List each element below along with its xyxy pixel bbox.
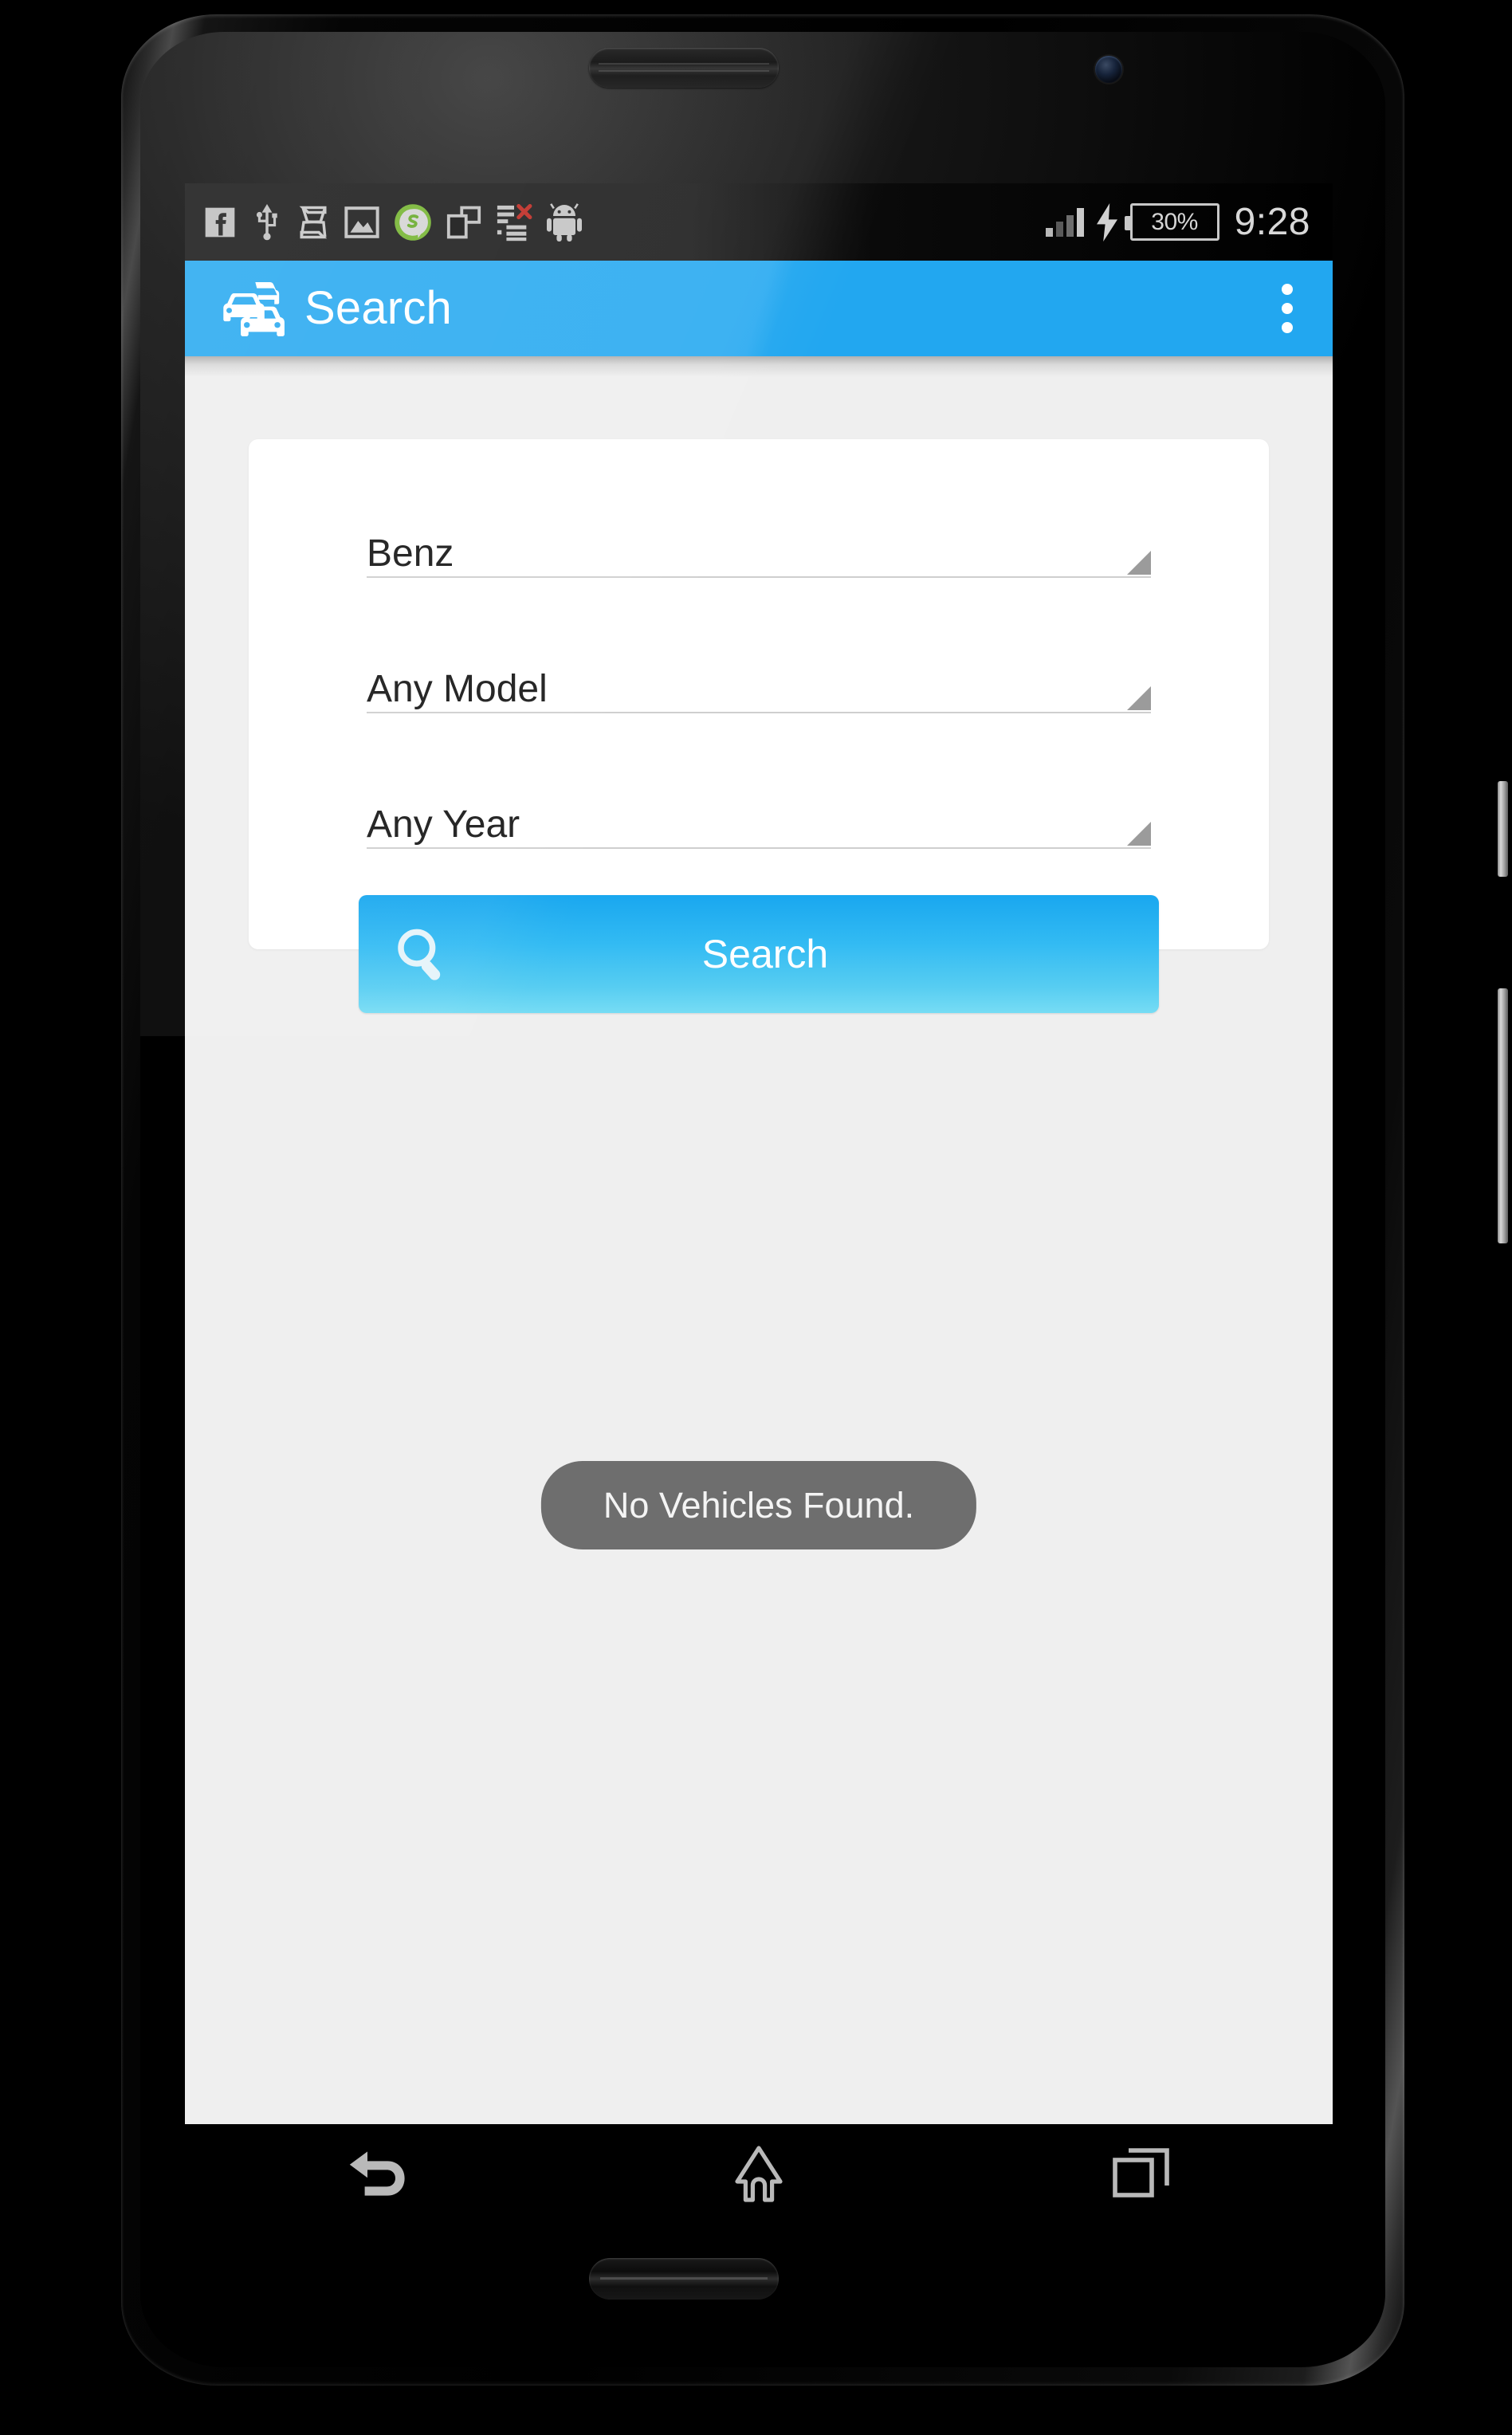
nav-back-button[interactable]: [320, 2135, 432, 2214]
volume-rocker[interactable]: [1498, 988, 1508, 1243]
status-bar-system-icons: 30% 9:28: [1045, 200, 1310, 243]
year-spinner[interactable]: Any Year: [367, 798, 1151, 849]
nav-recents-button[interactable]: [1086, 2135, 1197, 2214]
magnifier-icon: [398, 929, 441, 980]
dropdown-caret-icon: [1127, 551, 1151, 575]
status-bar-notification-icons[interactable]: [202, 202, 1046, 242]
usb-icon: [256, 203, 277, 240]
recent-apps-icon: [1113, 2147, 1169, 2197]
signal-bars-icon: [1045, 207, 1084, 237]
overflow-menu-icon[interactable]: [1269, 273, 1306, 344]
gallery-image-icon: [344, 206, 379, 238]
year-spinner-value: Any Year: [367, 803, 520, 846]
model-spinner-value: Any Model: [367, 668, 548, 711]
search-button[interactable]: Search: [359, 895, 1159, 1013]
android-robot-icon: [547, 202, 582, 242]
green-s-chat-icon: [395, 203, 431, 241]
s-logo-icon: [299, 206, 328, 238]
facebook-icon: [205, 207, 235, 237]
search-form-card: Benz Any Model Any Year Search: [249, 439, 1269, 1013]
battery-percent-label: 30%: [1151, 208, 1198, 235]
status-bar: 30% 9:28: [185, 183, 1333, 261]
power-button[interactable]: [1498, 781, 1508, 877]
list-error-icon: [497, 203, 532, 241]
charging-bolt-icon: [1096, 202, 1117, 242]
traffic-cars-icon: [223, 281, 285, 336]
phone-screen: 30% 9:28 Search Benz Any Model Any Year …: [185, 183, 1333, 2224]
model-spinner[interactable]: Any Model: [367, 662, 1151, 713]
battery-icon: 30%: [1124, 203, 1219, 241]
app-bar-title: Search: [304, 282, 452, 334]
bottom-speaker-grille: [589, 2258, 779, 2300]
device-stage: 30% 9:28 Search Benz Any Model Any Year …: [0, 0, 1512, 2435]
dropdown-caret-icon: [1127, 686, 1151, 710]
app-bar: Search: [185, 261, 1333, 356]
status-bar-clock: 9:28: [1234, 200, 1310, 243]
navigation-bar: [185, 2124, 1333, 2224]
earpiece-speaker: [589, 48, 779, 88]
main-content: Benz Any Model Any Year Search No Vehicl…: [185, 377, 1333, 2145]
nav-home-button[interactable]: [703, 2135, 815, 2214]
dropdown-caret-icon: [1127, 822, 1151, 846]
front-camera-lens: [1095, 56, 1122, 83]
back-arrow-icon: [349, 2150, 405, 2196]
make-spinner-value: Benz: [367, 532, 454, 575]
app-bar-shadow: [185, 356, 1333, 377]
home-icon: [735, 2145, 783, 2202]
toast-message: No Vehicles Found.: [540, 1461, 977, 1549]
make-spinner[interactable]: Benz: [367, 527, 1151, 578]
search-button-label: Search: [701, 932, 829, 976]
screen-mirror-icon: [446, 206, 481, 238]
